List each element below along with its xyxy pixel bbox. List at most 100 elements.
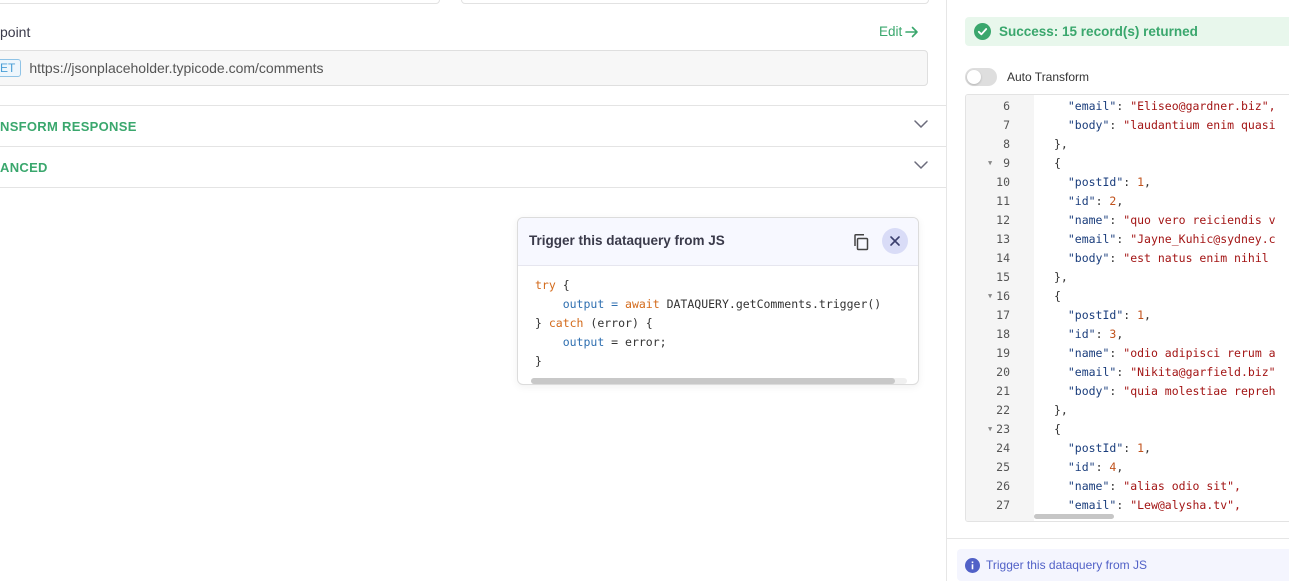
line-content: "id": 3, bbox=[1054, 325, 1123, 344]
code-line: 8}, bbox=[966, 135, 1289, 154]
code-line: 21 "body": "quia molestiae repreh bbox=[966, 382, 1289, 401]
json-sep: : bbox=[1109, 346, 1124, 360]
code-keyword: await bbox=[625, 297, 660, 311]
code-line: 9 ▼{ bbox=[966, 154, 1289, 173]
code-text: } bbox=[535, 354, 542, 368]
json-value: "alias odio sit", bbox=[1123, 479, 1241, 493]
json-key: "body" bbox=[1067, 118, 1110, 132]
json-tail: , bbox=[1116, 194, 1124, 208]
response-editor[interactable]: 6 "email": "Eliseo@gardner.biz", 7 "body"… bbox=[965, 94, 1289, 522]
close-button[interactable] bbox=[882, 228, 908, 254]
fold-arrow-icon[interactable]: ▼ bbox=[988, 287, 992, 306]
section-title: ANCED bbox=[0, 159, 48, 175]
line-number: 12 bbox=[996, 213, 1010, 227]
line-content: "postId": 1, bbox=[1054, 173, 1151, 192]
edit-endpoint-link[interactable]: Edit bbox=[879, 24, 919, 39]
info-icon bbox=[965, 557, 980, 573]
code-text: { bbox=[555, 278, 570, 292]
line-content: "body": "quia molestiae repreh bbox=[1054, 382, 1276, 401]
line-number: 17 bbox=[996, 308, 1010, 322]
code-line: 16 ▼{ bbox=[966, 287, 1289, 306]
json-key: "name" bbox=[1067, 346, 1110, 360]
line-number: 26 bbox=[996, 479, 1010, 493]
line-content: "body": "laudantium enim quasi bbox=[1054, 116, 1276, 135]
line-number: 19 bbox=[996, 346, 1010, 360]
section-transform-response[interactable]: NSFORM RESPONSE bbox=[0, 105, 946, 146]
url-input[interactable]: ET https://jsonplaceholder.typicode.com/… bbox=[0, 50, 928, 86]
line-content: "postId": 1, bbox=[1054, 439, 1151, 458]
popup-title: Trigger this dataquery from JS bbox=[529, 233, 725, 248]
close-icon bbox=[890, 236, 900, 246]
code-line: 18 "id": 3, bbox=[966, 325, 1289, 344]
trigger-info-bar[interactable]: Trigger this dataquery from JS bbox=[957, 549, 1289, 581]
line-content: "id": 2, bbox=[1054, 192, 1123, 211]
editor-scrollbar[interactable] bbox=[1034, 514, 1114, 519]
fold-arrow-icon[interactable]: ▼ bbox=[988, 420, 992, 439]
line-content: }, bbox=[1054, 268, 1068, 287]
json-value: }, bbox=[1054, 403, 1068, 417]
json-sep: : bbox=[1123, 175, 1138, 189]
arrow-right-icon bbox=[905, 26, 919, 37]
json-value: }, bbox=[1054, 270, 1068, 284]
json-key: "body" bbox=[1067, 251, 1110, 265]
line-number: 21 bbox=[996, 384, 1010, 398]
code-line: 14 "body": "est natus enim nihil bbox=[966, 249, 1289, 268]
json-value: "Eliseo@gardner.biz", bbox=[1130, 99, 1276, 113]
line-content: "name": "odio adipisci rerum a bbox=[1054, 344, 1276, 363]
popup-scrollbar-thumb[interactable] bbox=[531, 378, 895, 384]
code-keyword: catch bbox=[548, 316, 584, 330]
json-key: "postId" bbox=[1067, 308, 1124, 322]
line-number: 13 bbox=[996, 232, 1010, 246]
code-line: 11 "id": 2, bbox=[966, 192, 1289, 211]
json-value: "est natus enim nihil bbox=[1123, 251, 1269, 265]
auto-transform-toggle[interactable] bbox=[965, 68, 997, 86]
auto-transform-label: Auto Transform bbox=[1007, 70, 1090, 84]
json-key: "email" bbox=[1067, 498, 1117, 512]
code-line: 27 "email": "Lew@alysha.tv", bbox=[966, 496, 1289, 515]
check-circle-icon bbox=[974, 23, 991, 40]
line-number: 10 bbox=[996, 175, 1010, 189]
json-key: "name" bbox=[1067, 479, 1110, 493]
json-sep: : bbox=[1116, 99, 1131, 113]
section-divider bbox=[0, 187, 946, 188]
top-field-left[interactable] bbox=[0, 0, 440, 4]
code-line: 24 "postId": 1, bbox=[966, 439, 1289, 458]
json-sep: : bbox=[1109, 251, 1124, 265]
method-badge[interactable]: ET bbox=[0, 59, 22, 77]
code-line: 6 "email": "Eliseo@gardner.biz", bbox=[966, 97, 1289, 116]
code-line: 15}, bbox=[966, 268, 1289, 287]
line-content: "email": "Eliseo@gardner.biz", bbox=[1054, 97, 1276, 116]
fold-arrow-icon[interactable]: ▼ bbox=[988, 154, 992, 173]
json-value: "quo vero reiciendis v bbox=[1123, 213, 1276, 227]
json-value: { bbox=[1054, 289, 1061, 303]
copy-icon[interactable] bbox=[852, 233, 870, 251]
json-value: "Nikita@garfield.biz" bbox=[1130, 365, 1276, 379]
line-content: { bbox=[1054, 154, 1061, 173]
line-content: }, bbox=[1054, 401, 1068, 420]
json-key: "name" bbox=[1067, 213, 1110, 227]
code-line: 13 "email": "Jayne_Kuhic@sydney.c bbox=[966, 230, 1289, 249]
line-content: { bbox=[1054, 420, 1061, 439]
code-snippet[interactable]: try { output = await DATAQUERY.getCommen… bbox=[535, 276, 881, 371]
line-number: 11 bbox=[996, 194, 1010, 208]
code-text: DATAQUERY.getComments.trigger() bbox=[659, 297, 882, 311]
line-number: 22 bbox=[996, 403, 1010, 417]
code-line: 26 "name": "alias odio sit", bbox=[966, 477, 1289, 496]
top-field-right[interactable] bbox=[461, 0, 929, 4]
section-advanced[interactable]: ANCED bbox=[0, 146, 946, 187]
line-number: 27 bbox=[996, 498, 1010, 512]
json-key: "email" bbox=[1067, 365, 1117, 379]
json-key: "email" bbox=[1067, 232, 1117, 246]
line-content: "email": "Lew@alysha.tv", bbox=[1054, 496, 1241, 515]
